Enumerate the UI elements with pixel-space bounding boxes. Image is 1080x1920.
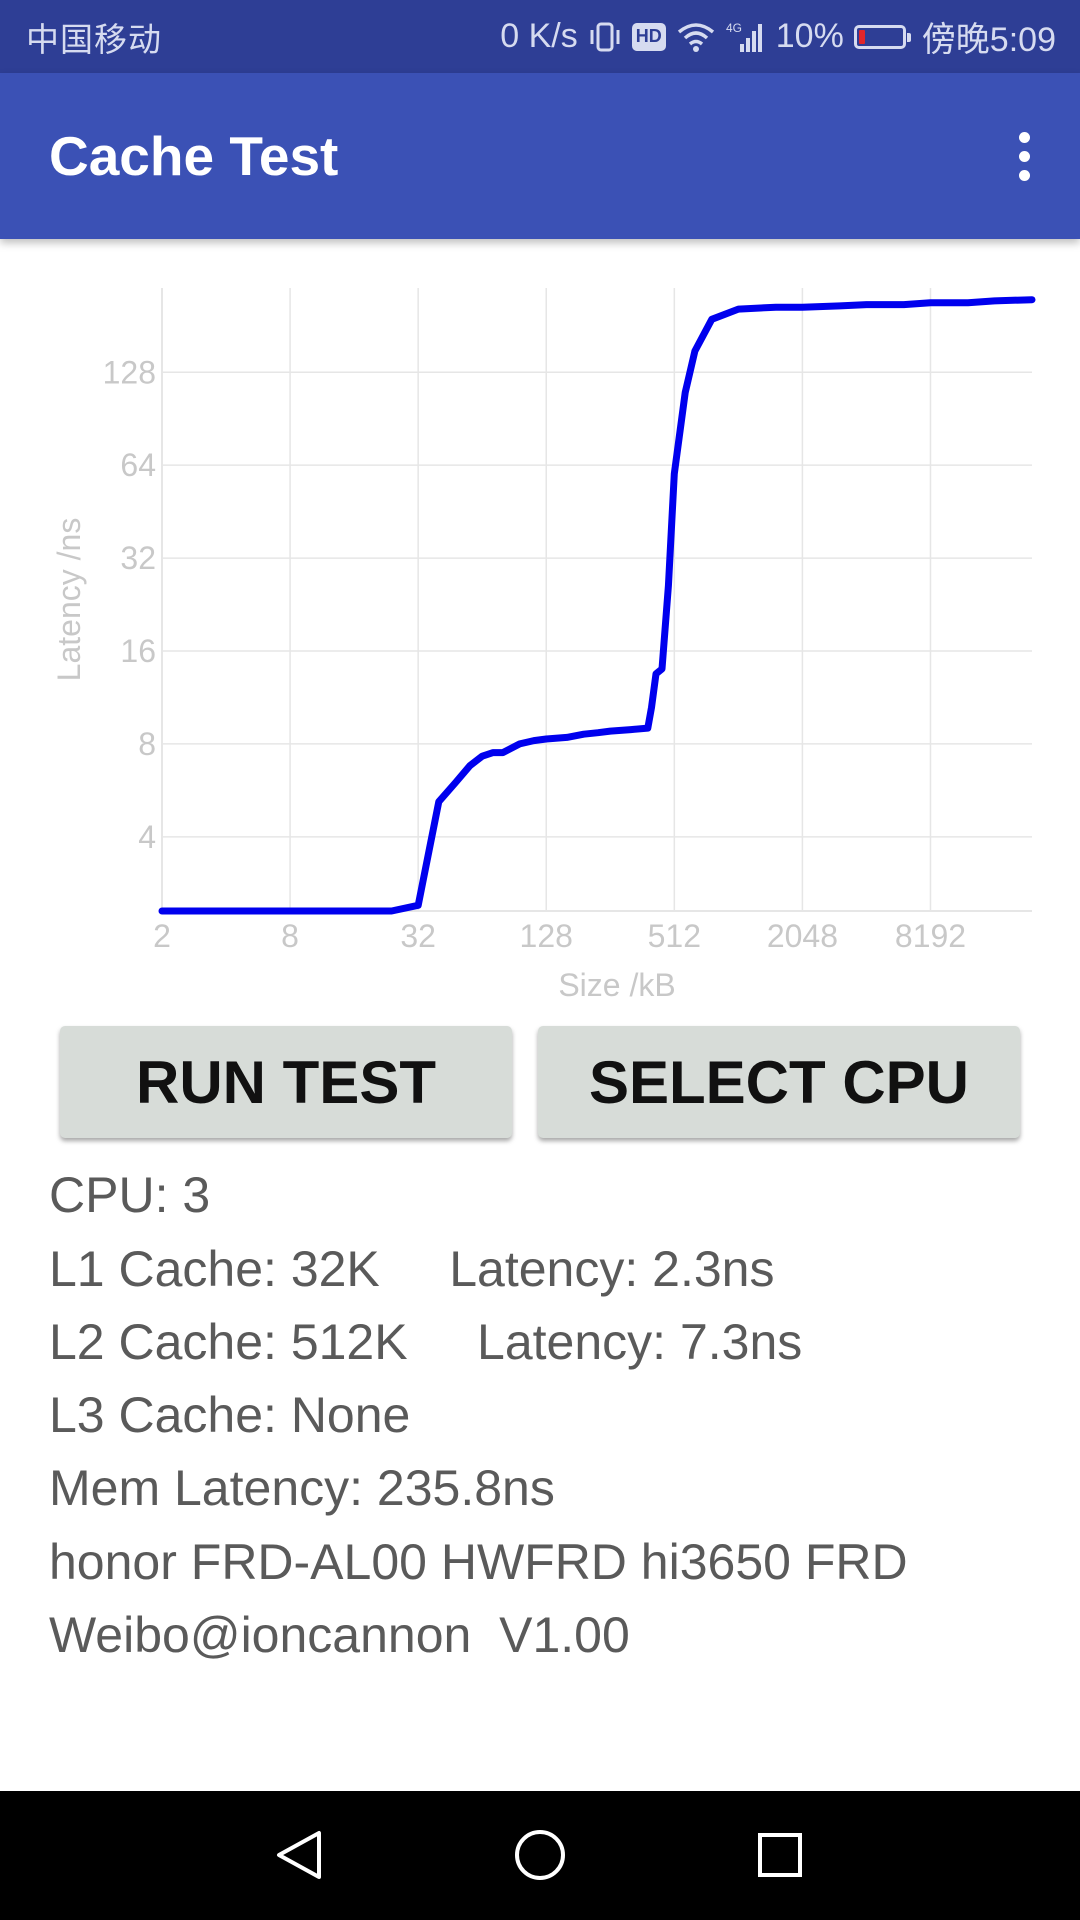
y-tick-label: 8: [138, 726, 156, 762]
x-tick-label: 2048: [767, 918, 838, 954]
y-tick-label: 16: [120, 633, 156, 669]
x-axis-label: Size /kB: [558, 967, 675, 1003]
x-tick-label: 8192: [895, 918, 966, 954]
battery-percent: 10%: [775, 17, 844, 55]
latency-chart: 2 8 32 128 512 2048 8192 4 8 16 32 64 128 Size /kB Lat…: [0, 240, 1080, 1020]
back-triangle-icon[interactable]: [259, 1815, 339, 1895]
status-icons: 0 K/s HD 4G 10% 傍晚5:09: [500, 12, 1056, 61]
battery-icon: [853, 24, 911, 49]
y-tick-label: 32: [120, 540, 156, 576]
status-bar: 中国移动 0 K/s HD 4G 10% 傍晚5:09: [0, 0, 1080, 73]
x-tick-label: 2: [153, 918, 171, 954]
app-bar: Cache Test: [0, 73, 1080, 239]
mem-latency-label: Mem Latency: 235.8ns: [49, 1460, 555, 1516]
l2-cache-label: L2 Cache: 512K Latency: 7.3ns: [49, 1314, 803, 1370]
credit-label: Weibo@ioncannon V1.00: [49, 1607, 630, 1663]
run-test-button[interactable]: RUN TEST: [60, 1026, 512, 1138]
l1-cache-label: L1 Cache: 32K Latency: 2.3ns: [49, 1241, 775, 1297]
more-vert-icon[interactable]: [992, 116, 1056, 196]
carrier-name: 中国移动: [26, 19, 162, 59]
x-tick-label: 128: [520, 918, 573, 954]
y-axis-label: Latency /ns: [51, 518, 87, 682]
net-speed: 0 K/s: [500, 17, 578, 55]
app-title: Cache Test: [49, 125, 339, 187]
cpu-label: CPU: 3: [49, 1167, 211, 1223]
y-tick-label: 64: [120, 447, 156, 483]
x-tick-label: 512: [648, 918, 701, 954]
x-tick-label: 8: [281, 918, 299, 954]
l3-cache-label: L3 Cache: None: [49, 1387, 411, 1443]
recents-square-icon[interactable]: [740, 1815, 820, 1895]
clock: 傍晚5:09: [921, 21, 1056, 59]
signal-icon: 4G: [726, 20, 766, 54]
select-cpu-button[interactable]: SELECT CPU: [538, 1026, 1020, 1138]
wifi-icon: [676, 21, 716, 53]
x-tick-label: 32: [400, 918, 436, 954]
latency-chart-svg: 2 8 32 128 512 2048 8192 4 8 16 32 64 128 Size /kB Lat…: [51, 288, 1036, 1003]
latency-series-line: [158, 296, 1036, 915]
y-tick-label: 128: [103, 354, 156, 390]
hd-badge-icon: HD: [631, 22, 666, 51]
network-type-label: 4G: [726, 21, 742, 35]
navigation-bar: [0, 1791, 1080, 1920]
home-circle-icon[interactable]: [500, 1815, 580, 1895]
vibrate-icon: [588, 21, 622, 53]
y-tick-label: 4: [138, 819, 156, 855]
device-info-label: honor FRD-AL00 HWFRD hi3650 FRD: [49, 1534, 908, 1590]
